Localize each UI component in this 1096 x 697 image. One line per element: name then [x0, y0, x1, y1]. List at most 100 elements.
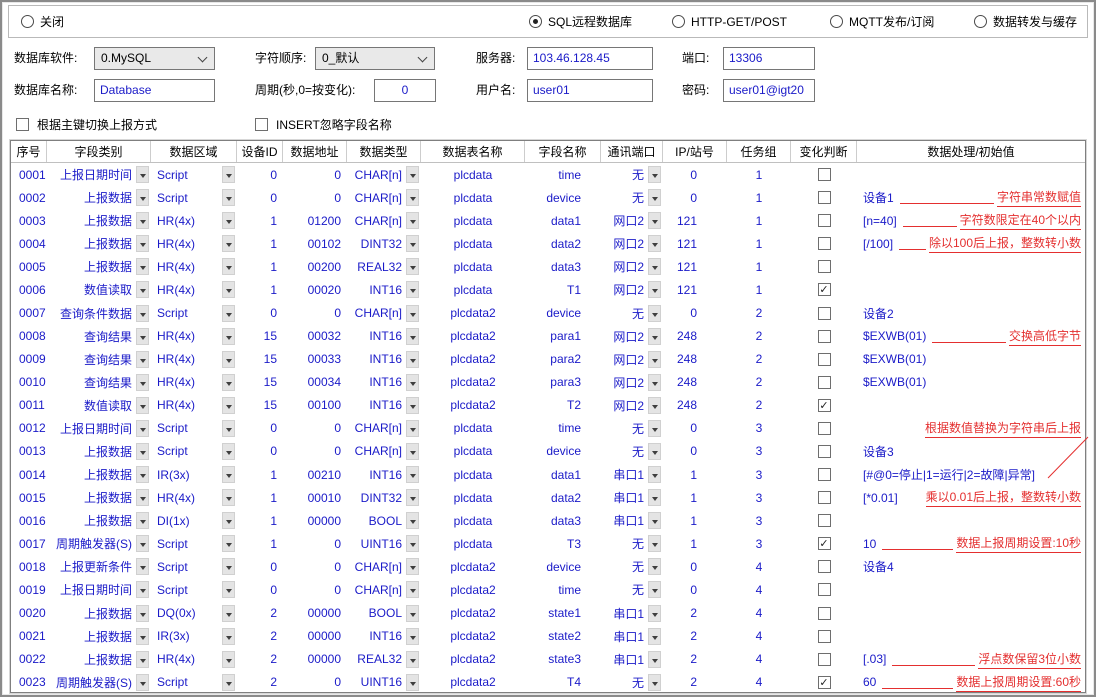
table-row[interactable]: 0012 上报日期时间 Script 0 0 CHAR[n] plcdata t… — [11, 417, 1085, 440]
dropdown-arrow-icon[interactable] — [406, 558, 419, 575]
dropdown-arrow-icon[interactable] — [136, 374, 149, 391]
insert-ignore-fields-option[interactable]: INSERT忽略字段名称 — [255, 116, 392, 132]
dropdown-arrow-icon[interactable] — [406, 628, 419, 645]
dropdown-arrow-icon[interactable] — [222, 420, 235, 437]
dropdown-arrow-icon[interactable] — [406, 581, 419, 598]
dropdown-arrow-icon[interactable] — [648, 189, 661, 206]
dropdown-arrow-icon[interactable] — [648, 512, 661, 529]
dropdown-arrow-icon[interactable] — [648, 628, 661, 645]
char-order-select[interactable]: 0_默认 — [315, 47, 435, 70]
dropdown-arrow-icon[interactable] — [222, 651, 235, 668]
radio-sql-remote-db[interactable]: SQL远程数据库 — [529, 6, 632, 37]
change-detect-checkbox[interactable] — [818, 607, 831, 620]
dropdown-arrow-icon[interactable] — [136, 651, 149, 668]
dropdown-arrow-icon[interactable] — [648, 212, 661, 229]
dropdown-arrow-icon[interactable] — [136, 189, 149, 206]
db-name-input[interactable]: Database — [94, 79, 215, 102]
table-row[interactable]: 0023 周期触发器(S) Script 2 0 UINT16 plcdata2… — [11, 671, 1085, 693]
change-detect-checkbox[interactable] — [818, 330, 831, 343]
dropdown-arrow-icon[interactable] — [136, 674, 149, 691]
dropdown-arrow-icon[interactable] — [406, 374, 419, 391]
server-input[interactable]: 103.46.128.45 — [527, 47, 653, 70]
dropdown-arrow-icon[interactable] — [136, 420, 149, 437]
dropdown-arrow-icon[interactable] — [406, 281, 419, 298]
change-detect-checkbox[interactable] — [818, 514, 831, 527]
dropdown-arrow-icon[interactable] — [406, 189, 419, 206]
table-row[interactable]: 0002 上报数据 Script 0 0 CHAR[n] plcdata dev… — [11, 186, 1085, 209]
table-row[interactable]: 0016 上报数据 DI(1x) 1 00000 BOOL plcdata da… — [11, 509, 1085, 532]
dropdown-arrow-icon[interactable] — [406, 305, 419, 322]
table-row[interactable]: 0009 查询结果 HR(4x) 15 00033 INT16 plcdata2… — [11, 348, 1085, 371]
password-input[interactable]: user01@igt20 — [723, 79, 815, 102]
dropdown-arrow-icon[interactable] — [648, 235, 661, 252]
change-detect-checkbox[interactable] — [818, 214, 831, 227]
dropdown-arrow-icon[interactable] — [222, 328, 235, 345]
dropdown-arrow-icon[interactable] — [136, 258, 149, 275]
change-detect-checkbox[interactable] — [818, 560, 831, 573]
table-row[interactable]: 0019 上报日期时间 Script 0 0 CHAR[n] plcdata2 … — [11, 578, 1085, 601]
dropdown-arrow-icon[interactable] — [648, 305, 661, 322]
change-detect-checkbox[interactable] — [818, 468, 831, 481]
dropdown-arrow-icon[interactable] — [222, 443, 235, 460]
dropdown-arrow-icon[interactable] — [648, 674, 661, 691]
dropdown-arrow-icon[interactable] — [406, 351, 419, 368]
change-detect-checkbox[interactable] — [818, 191, 831, 204]
dropdown-arrow-icon[interactable] — [136, 305, 149, 322]
dropdown-arrow-icon[interactable] — [136, 166, 149, 183]
dropdown-arrow-icon[interactable] — [648, 397, 661, 414]
change-detect-checkbox[interactable] — [818, 376, 831, 389]
dropdown-arrow-icon[interactable] — [222, 628, 235, 645]
dropdown-arrow-icon[interactable] — [222, 489, 235, 506]
dropdown-arrow-icon[interactable] — [222, 305, 235, 322]
dropdown-arrow-icon[interactable] — [136, 281, 149, 298]
dropdown-arrow-icon[interactable] — [406, 605, 419, 622]
dropdown-arrow-icon[interactable] — [648, 443, 661, 460]
dropdown-arrow-icon[interactable] — [136, 558, 149, 575]
dropdown-arrow-icon[interactable] — [222, 535, 235, 552]
dropdown-arrow-icon[interactable] — [648, 351, 661, 368]
dropdown-arrow-icon[interactable] — [648, 166, 661, 183]
username-input[interactable]: user01 — [527, 79, 653, 102]
table-row[interactable]: 0005 上报数据 HR(4x) 1 00200 REAL32 plcdata … — [11, 255, 1085, 278]
dropdown-arrow-icon[interactable] — [136, 328, 149, 345]
change-detect-checkbox[interactable] — [818, 630, 831, 643]
table-row[interactable]: 0018 上报更新条件 Script 0 0 CHAR[n] plcdata2 … — [11, 555, 1085, 578]
dropdown-arrow-icon[interactable] — [406, 397, 419, 414]
dropdown-arrow-icon[interactable] — [222, 235, 235, 252]
dropdown-arrow-icon[interactable] — [136, 212, 149, 229]
radio-close[interactable]: 关闭 — [21, 6, 64, 37]
change-detect-checkbox[interactable] — [818, 653, 831, 666]
dropdown-arrow-icon[interactable] — [222, 281, 235, 298]
dropdown-arrow-icon[interactable] — [222, 351, 235, 368]
table-row[interactable]: 0010 查询结果 HR(4x) 15 00034 INT16 plcdata2… — [11, 371, 1085, 394]
table-row[interactable]: 0011 数值读取 HR(4x) 15 00100 INT16 plcdata2… — [11, 394, 1085, 417]
dropdown-arrow-icon[interactable] — [136, 235, 149, 252]
dropdown-arrow-icon[interactable] — [222, 466, 235, 483]
dropdown-arrow-icon[interactable] — [648, 281, 661, 298]
radio-mqtt[interactable]: MQTT发布/订阅 — [830, 6, 934, 37]
dropdown-arrow-icon[interactable] — [136, 581, 149, 598]
dropdown-arrow-icon[interactable] — [406, 674, 419, 691]
change-detect-checkbox[interactable]: ✓ — [818, 676, 831, 689]
dropdown-arrow-icon[interactable] — [648, 581, 661, 598]
radio-forward-cache[interactable]: 数据转发与缓存 — [974, 6, 1077, 37]
change-detect-checkbox[interactable]: ✓ — [818, 283, 831, 296]
dropdown-arrow-icon[interactable] — [136, 466, 149, 483]
dropdown-arrow-icon[interactable] — [406, 651, 419, 668]
dropdown-arrow-icon[interactable] — [222, 581, 235, 598]
port-input[interactable]: 13306 — [723, 47, 815, 70]
change-detect-checkbox[interactable] — [818, 445, 831, 458]
dropdown-arrow-icon[interactable] — [648, 328, 661, 345]
dropdown-arrow-icon[interactable] — [136, 489, 149, 506]
radio-http-get-post[interactable]: HTTP-GET/POST — [672, 6, 787, 37]
dropdown-arrow-icon[interactable] — [136, 443, 149, 460]
table-row[interactable]: 0008 查询结果 HR(4x) 15 00032 INT16 plcdata2… — [11, 325, 1085, 348]
table-row[interactable]: 0015 上报数据 HR(4x) 1 00010 DINT32 plcdata … — [11, 486, 1085, 509]
change-detect-checkbox[interactable] — [818, 583, 831, 596]
dropdown-arrow-icon[interactable] — [136, 351, 149, 368]
dropdown-arrow-icon[interactable] — [648, 558, 661, 575]
table-row[interactable]: 0003 上报数据 HR(4x) 1 01200 CHAR[n] plcdata… — [11, 209, 1085, 232]
change-detect-checkbox[interactable]: ✓ — [818, 399, 831, 412]
dropdown-arrow-icon[interactable] — [406, 166, 419, 183]
dropdown-arrow-icon[interactable] — [136, 512, 149, 529]
